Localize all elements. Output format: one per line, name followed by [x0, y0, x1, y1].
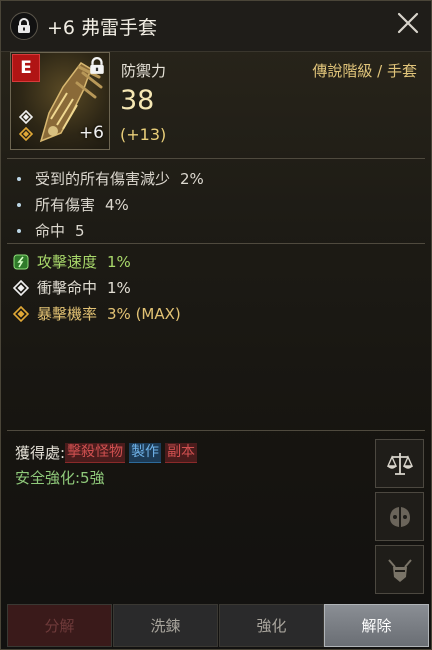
green-rune-icon [13, 254, 29, 269]
enchant-label: 暴擊機率 [37, 305, 98, 323]
enchant-value: 1% [107, 278, 131, 297]
compare-button[interactable] [375, 439, 424, 488]
stat-label: 命中 [35, 222, 66, 240]
appearance-button[interactable] [375, 492, 424, 541]
enchant-value: 3% (MAX) [107, 304, 181, 323]
stat-value: 5 [75, 221, 85, 240]
item-icon-frame: E +6 [10, 52, 110, 150]
white-diamond-icon [19, 110, 33, 124]
stat-row: 所有傷害 4% [15, 194, 129, 215]
split-mask-icon [389, 506, 410, 527]
stat-row: 命中 5 [15, 220, 85, 241]
divider [7, 430, 425, 431]
bullet-icon [17, 228, 21, 233]
defense-label: 防禦力 [121, 62, 167, 80]
source-tag-craft[interactable]: 製作 [129, 442, 162, 463]
orange-diamond-icon [19, 127, 33, 141]
scale-icon [386, 452, 413, 475]
enchant-label: 衝擊命中 [37, 279, 98, 297]
lock-icon[interactable] [10, 12, 38, 40]
stat-label: 受到的所有傷害減少 [35, 170, 171, 188]
defense-bonus: (+13) [120, 125, 167, 144]
enchant-row: 攻擊速度 1% [13, 251, 131, 272]
source-row: 獲得處: 擊殺怪物 製作 副本 [15, 442, 201, 463]
source-label: 獲得處: [15, 444, 66, 462]
bullet-icon [17, 176, 21, 181]
stat-row: 受到的所有傷害減少 2% [15, 168, 204, 189]
enhance-level: +6 [78, 123, 104, 143]
horned-helmet-icon [387, 558, 412, 582]
divider [7, 158, 425, 159]
enchant-row: 暴擊機率 3% (MAX) [13, 303, 181, 324]
safe-enhance-text: 安全強化:5強 [15, 469, 105, 487]
costume-button[interactable] [375, 545, 424, 594]
grade-text: 傳說階級 / 手套 [312, 62, 417, 80]
stat-value: 4% [105, 195, 129, 214]
divider [7, 243, 425, 244]
bullet-icon [17, 202, 21, 207]
unlock-button[interactable]: 解除 [324, 604, 429, 647]
enchant-label: 攻擊速度 [37, 253, 98, 271]
item-title: +6 弗雷手套 [47, 17, 158, 39]
enhance-button[interactable]: 強化 [219, 604, 324, 647]
white-diamond-icon [13, 279, 29, 296]
reroll-button[interactable]: 洗鍊 [113, 604, 218, 647]
orange-diamond-icon [13, 305, 29, 322]
source-tag-dungeon[interactable]: 副本 [165, 442, 198, 463]
enchant-row: 衝擊命中 1% [13, 277, 131, 298]
stat-label: 所有傷害 [35, 196, 96, 214]
dismantle-button[interactable]: 分解 [7, 604, 112, 647]
tooltip-header: +6 弗雷手套 [1, 1, 431, 52]
item-tooltip-panel: +6 弗雷手套 E +6 防禦力 傳說階級 / 手套 38 (+13) 受到的所… [0, 0, 432, 650]
grade-badge: E [12, 54, 40, 82]
close-icon[interactable] [395, 10, 421, 36]
stat-value: 2% [180, 169, 204, 188]
enchant-value: 1% [107, 252, 131, 271]
defense-value: 38 [120, 85, 155, 116]
lock-icon [90, 57, 104, 74]
source-tag-monster[interactable]: 擊殺怪物 [65, 442, 126, 463]
